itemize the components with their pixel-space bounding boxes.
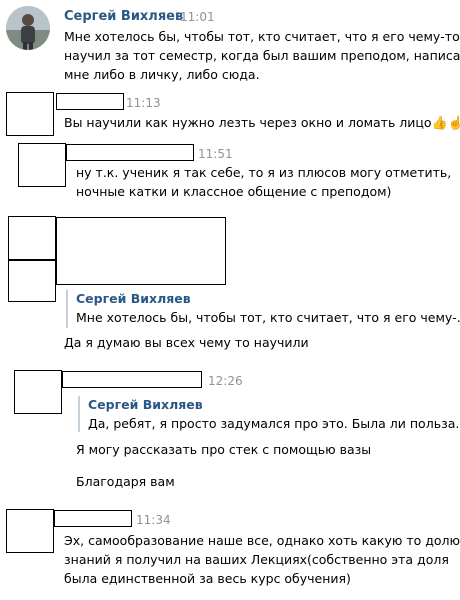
quote-bar xyxy=(66,290,68,328)
quote-text[interactable]: Да, ребят, я просто задумался про это. Б… xyxy=(88,415,460,433)
message-time[interactable]: 12:26 xyxy=(208,372,243,390)
message-text-line: Я могу рассказать про стек с помощью ваз… xyxy=(76,442,372,457)
quote-author[interactable]: Сергей Вихляев xyxy=(88,396,203,414)
message-time[interactable]: 11:13 xyxy=(126,94,161,112)
redacted-author-name xyxy=(56,93,124,110)
message-time[interactable]: 11:01 xyxy=(180,8,215,26)
quote-text[interactable]: Мне хотелось бы, чтобы тот, кто считает,… xyxy=(76,309,460,327)
redacted-avatar xyxy=(6,509,54,553)
redacted-author-name xyxy=(62,371,202,388)
message-text-line: была единственной за весь курс обучения) xyxy=(64,571,351,586)
message-time[interactable]: 11:51 xyxy=(198,145,233,163)
redacted-avatar xyxy=(14,370,62,414)
thumbs-up-emoji-icon: 👍☝️ xyxy=(431,116,460,131)
redacted-avatar xyxy=(18,143,66,187)
avatar-photo-icon xyxy=(6,6,50,50)
message-text-line: мне либо в личку, либо сюда. xyxy=(64,67,260,82)
message-text-line: ну т.к. ученик я так себе, то я из плюсо… xyxy=(76,165,452,180)
redacted-avatar-2 xyxy=(8,260,56,302)
redacted-author-block xyxy=(56,217,226,285)
message-text-line: ночные катки и классное общение с препод… xyxy=(76,184,392,199)
redacted-avatar xyxy=(6,92,54,136)
redacted-avatar xyxy=(8,216,56,260)
message-text-line: Эх, самообразование наше все, однако хот… xyxy=(64,533,460,548)
quote-author[interactable]: Сергей Вихляев xyxy=(76,290,191,308)
author-avatar[interactable] xyxy=(6,6,50,50)
message-text-line: Мне хотелось бы, чтобы тот, кто считает,… xyxy=(64,29,460,44)
message-text-line: Благодаря вам xyxy=(76,474,175,489)
quote-bar xyxy=(78,396,80,432)
message-text-line: научил за тот семестр, когда был вашим п… xyxy=(64,48,460,63)
message-text-line: Вы научили как нужно лезть через окно и … xyxy=(64,114,460,133)
message-text-line: знаний я получил на ваших Лекциях(собств… xyxy=(64,552,449,567)
redacted-author-name xyxy=(54,510,132,527)
message-text: Вы научили как нужно лезть через окно и … xyxy=(64,115,432,130)
redacted-author-name xyxy=(66,144,194,161)
message-author[interactable]: Сергей Вихляев xyxy=(64,8,183,26)
message-text-line: Да я думаю вы всех чему то научили xyxy=(64,335,309,350)
message-time[interactable]: 11:34 xyxy=(136,511,171,529)
